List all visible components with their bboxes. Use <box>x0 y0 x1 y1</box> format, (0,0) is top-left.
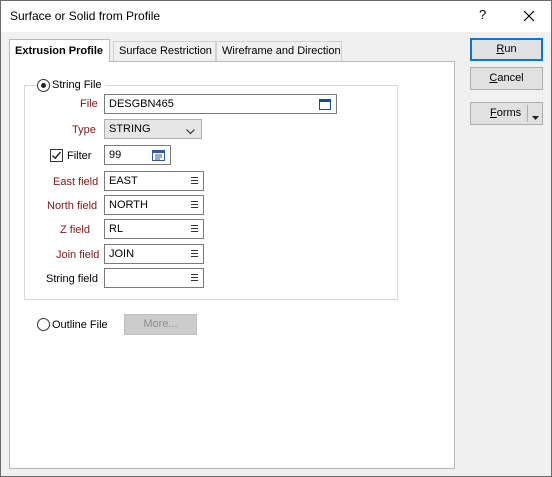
dropdown-arrow-icon[interactable] <box>532 111 539 123</box>
join-field-input[interactable]: JOIN <box>104 244 204 264</box>
filter-value: 99 <box>109 149 122 161</box>
run-label-rest: un <box>504 43 517 55</box>
tab-extrusion-profile[interactable]: Extrusion Profile <box>9 39 110 62</box>
filter-checkbox[interactable] <box>50 149 63 162</box>
title-bar: Surface or Solid from Profile ? <box>1 1 551 32</box>
north-field-label: North field <box>47 200 98 212</box>
file-input[interactable]: DESGBN465 <box>104 94 337 114</box>
file-label: File <box>80 98 98 110</box>
window-title: Surface or Solid from Profile <box>10 9 161 23</box>
forms-mnemonic: F <box>490 107 497 119</box>
north-field-value: NORTH <box>109 199 148 211</box>
more-button[interactable]: More... <box>124 314 197 335</box>
cancel-label-rest: ancel <box>497 72 524 84</box>
list-icon[interactable] <box>191 224 198 233</box>
list-icon[interactable] <box>191 200 198 209</box>
string-field-label: String field <box>46 273 98 285</box>
z-field-label: Z field <box>60 224 90 236</box>
forms-split-separator <box>527 105 528 122</box>
string-file-group <box>24 85 398 300</box>
tab-wireframe-direction[interactable]: Wireframe and Direction <box>216 41 342 61</box>
join-field-value: JOIN <box>109 248 135 260</box>
outline-file-radio[interactable] <box>37 318 50 331</box>
list-icon[interactable] <box>191 176 198 185</box>
dialog-window: Surface or Solid from Profile ? Extrusio… <box>0 0 552 477</box>
run-button[interactable]: Run <box>470 38 543 61</box>
forms-button[interactable]: Forms <box>470 102 543 125</box>
browse-file-icon[interactable] <box>319 99 331 110</box>
z-field-input[interactable]: RL <box>104 219 204 239</box>
filter-input[interactable]: 99 <box>104 145 171 165</box>
east-field-input[interactable]: EAST <box>104 171 204 191</box>
string-field-input[interactable] <box>104 268 204 288</box>
list-icon[interactable] <box>191 273 198 282</box>
file-value: DESGBN465 <box>109 98 174 110</box>
north-field-input[interactable]: NORTH <box>104 195 204 215</box>
forms-label-rest: orms <box>496 107 522 119</box>
z-field-value: RL <box>109 223 124 235</box>
list-icon[interactable] <box>191 249 198 258</box>
filter-label: Filter <box>67 150 92 162</box>
east-field-value: EAST <box>109 175 138 187</box>
string-file-label: String File <box>52 79 105 91</box>
type-select[interactable]: STRING <box>104 119 202 139</box>
type-label: Type <box>72 124 96 136</box>
outline-file-label: Outline File <box>52 319 108 331</box>
cancel-button[interactable]: Cancel <box>470 67 543 90</box>
check-icon <box>52 151 62 160</box>
close-icon <box>523 10 535 22</box>
east-field-label: East field <box>53 176 99 188</box>
radio-dot <box>41 83 46 88</box>
tab-surface-restriction[interactable]: Surface Restriction <box>113 41 216 61</box>
chevron-down-icon <box>186 126 195 138</box>
close-button[interactable] <box>515 6 543 26</box>
join-field-label: Join field <box>56 249 100 261</box>
type-value: STRING <box>109 123 151 135</box>
filter-editor-icon[interactable] <box>152 150 165 161</box>
string-file-radio[interactable] <box>37 79 50 92</box>
help-button[interactable]: ? <box>479 7 486 22</box>
